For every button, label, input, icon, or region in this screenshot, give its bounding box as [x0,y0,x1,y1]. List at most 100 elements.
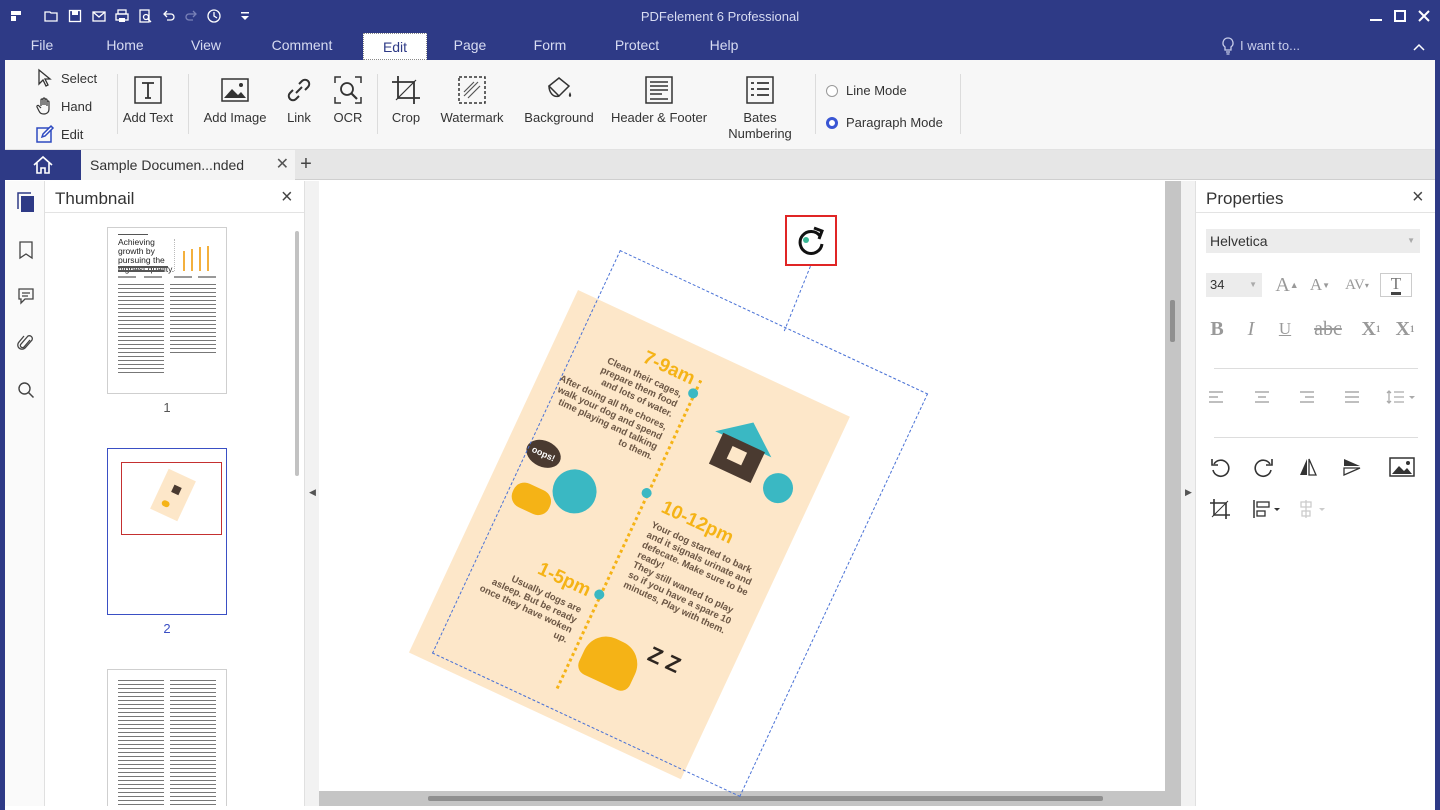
underline-icon[interactable]: U [1274,317,1296,341]
menu-form[interactable]: Form [522,32,578,60]
close-window-icon[interactable] [1414,6,1434,26]
thumb-line [118,276,136,278]
increase-font-size-icon[interactable]: A ▲ [1272,273,1302,297]
paragraph-mode-radio[interactable]: Paragraph Mode [826,115,943,130]
panel-divider [1196,212,1435,213]
close-tab-icon[interactable]: ✕ [276,157,289,173]
document-tab-strip: Sample Documen...nded ✕ + [5,150,1435,180]
right-collapse-gutter[interactable]: ▶ [1181,181,1195,806]
select-tool-button[interactable]: Select [35,66,97,90]
thumbnail-scrollbar[interactable] [295,231,299,476]
menu-file[interactable]: File [20,32,64,60]
flip-vertical-icon[interactable] [1340,455,1364,479]
hand-label: Hand [61,98,93,114]
close-properties-panel-icon[interactable]: × [1412,187,1424,207]
select-label: Select [61,70,98,86]
maximize-icon[interactable] [1390,6,1410,26]
window-frame-left [0,32,5,810]
strikethrough-icon[interactable]: abc [1308,317,1348,341]
menu-help[interactable]: Help [696,32,752,60]
collapse-ribbon-icon[interactable] [1412,40,1426,55]
watermark-button[interactable]: Watermark [437,74,507,126]
document-tab[interactable]: Sample Documen...nded ✕ [81,150,295,180]
menu-protect[interactable]: Protect [604,32,670,60]
menu-edit[interactable]: Edit [363,33,427,60]
thumb-poster [150,468,196,522]
minimize-icon[interactable] [1366,6,1386,26]
ribbon-separator [815,74,816,134]
rotate-handle[interactable] [785,215,837,266]
window-title: PDFelement 6 Professional [640,9,800,24]
collapse-left-icon[interactable]: ◀ [309,487,316,498]
bates-label-2: Numbering [728,126,792,141]
flip-horizontal-icon[interactable] [1296,455,1320,479]
hand-tool-button[interactable]: Hand [35,94,92,118]
line-mode-radio[interactable]: Line Mode [826,83,907,98]
distribute-objects-icon[interactable] [1296,497,1330,521]
thumbnail-panel-icon[interactable] [15,191,37,213]
horizontal-scrollbar-thumb[interactable] [428,796,1103,801]
thumb-line [174,276,192,278]
align-left-icon[interactable] [1206,387,1226,407]
document-tab-title: Sample Documen...nded [90,157,245,173]
home-tab[interactable] [5,150,81,180]
close-thumbnail-panel-icon[interactable]: × [281,187,293,207]
crop-image-icon[interactable] [1208,497,1232,521]
replace-image-icon[interactable] [1388,455,1416,479]
align-objects-icon[interactable] [1250,497,1284,521]
hand-icon [36,97,50,115]
ocr-label: OCR [333,110,363,125]
add-text-button[interactable]: Add Text [120,74,176,126]
character-spacing-icon[interactable]: AV ▾ [1340,273,1374,297]
thumb-chart [174,239,218,271]
left-collapse-gutter[interactable]: ◀ [305,181,319,806]
attachment-icon[interactable] [15,332,37,354]
align-center-icon[interactable] [1252,387,1272,407]
menu-comment[interactable]: Comment [258,32,346,60]
ribbon-separator [960,74,961,134]
tree-illustration [545,462,604,521]
subscript-icon[interactable]: X1 [1392,317,1418,341]
superscript-icon[interactable]: X1 [1358,317,1384,341]
line-mode-radio-dot [826,84,838,97]
bold-icon[interactable]: B [1206,317,1228,341]
comment-icon[interactable] [15,285,37,307]
bookmark-icon[interactable] [15,239,37,261]
decrease-font-size-icon[interactable]: A ▼ [1306,273,1334,297]
header-footer-button[interactable]: Header & Footer [609,74,709,126]
crop-button[interactable]: Crop [388,74,424,126]
thumb-line [198,276,216,278]
menu-page[interactable]: Page [442,32,498,60]
font-size-value: 34 [1210,277,1225,292]
i-want-to-search[interactable]: I want to... [1220,32,1300,60]
rotate-right-icon[interactable] [1252,455,1276,479]
text-color-icon[interactable]: T [1380,273,1412,297]
rotate-left-icon[interactable] [1208,455,1232,479]
add-image-button[interactable]: Add Image [201,74,269,126]
page-thumbnail-2[interactable] [107,448,227,615]
search-icon[interactable] [15,379,37,401]
edit-tool-button[interactable]: Edit [35,122,83,146]
properties-panel: Properties × Helvetica ▼ 34 ▼ A ▲ A ▼ AV ▾ … [1195,181,1435,806]
collapse-right-icon[interactable]: ▶ [1185,487,1192,498]
font-family-select[interactable]: Helvetica ▼ [1206,229,1420,253]
link-button[interactable]: Link [281,74,317,126]
background-button[interactable]: Background [519,74,599,126]
vertical-scrollbar-thumb[interactable] [1170,300,1175,342]
vertical-scroll-track[interactable] [1165,181,1181,806]
italic-icon[interactable]: I [1240,317,1262,341]
font-size-select[interactable]: 34 ▼ [1206,273,1262,297]
page-thumbnail-3[interactable] [107,669,227,806]
menu-view[interactable]: View [180,32,232,60]
align-right-icon[interactable] [1297,387,1317,407]
page-thumbnail-1[interactable]: Achieving growth by pursuing the highest… [107,227,227,394]
home-icon [33,155,53,174]
ocr-button[interactable]: OCR [330,74,366,126]
line-spacing-icon[interactable] [1384,387,1418,407]
thumb-selection-box [121,462,222,535]
thumb-text-column [118,284,164,374]
menu-home[interactable]: Home [96,32,154,60]
align-justify-icon[interactable] [1342,387,1362,407]
bates-numbering-button[interactable]: Bates Numbering [720,74,800,142]
new-tab-button[interactable]: + [295,154,317,176]
